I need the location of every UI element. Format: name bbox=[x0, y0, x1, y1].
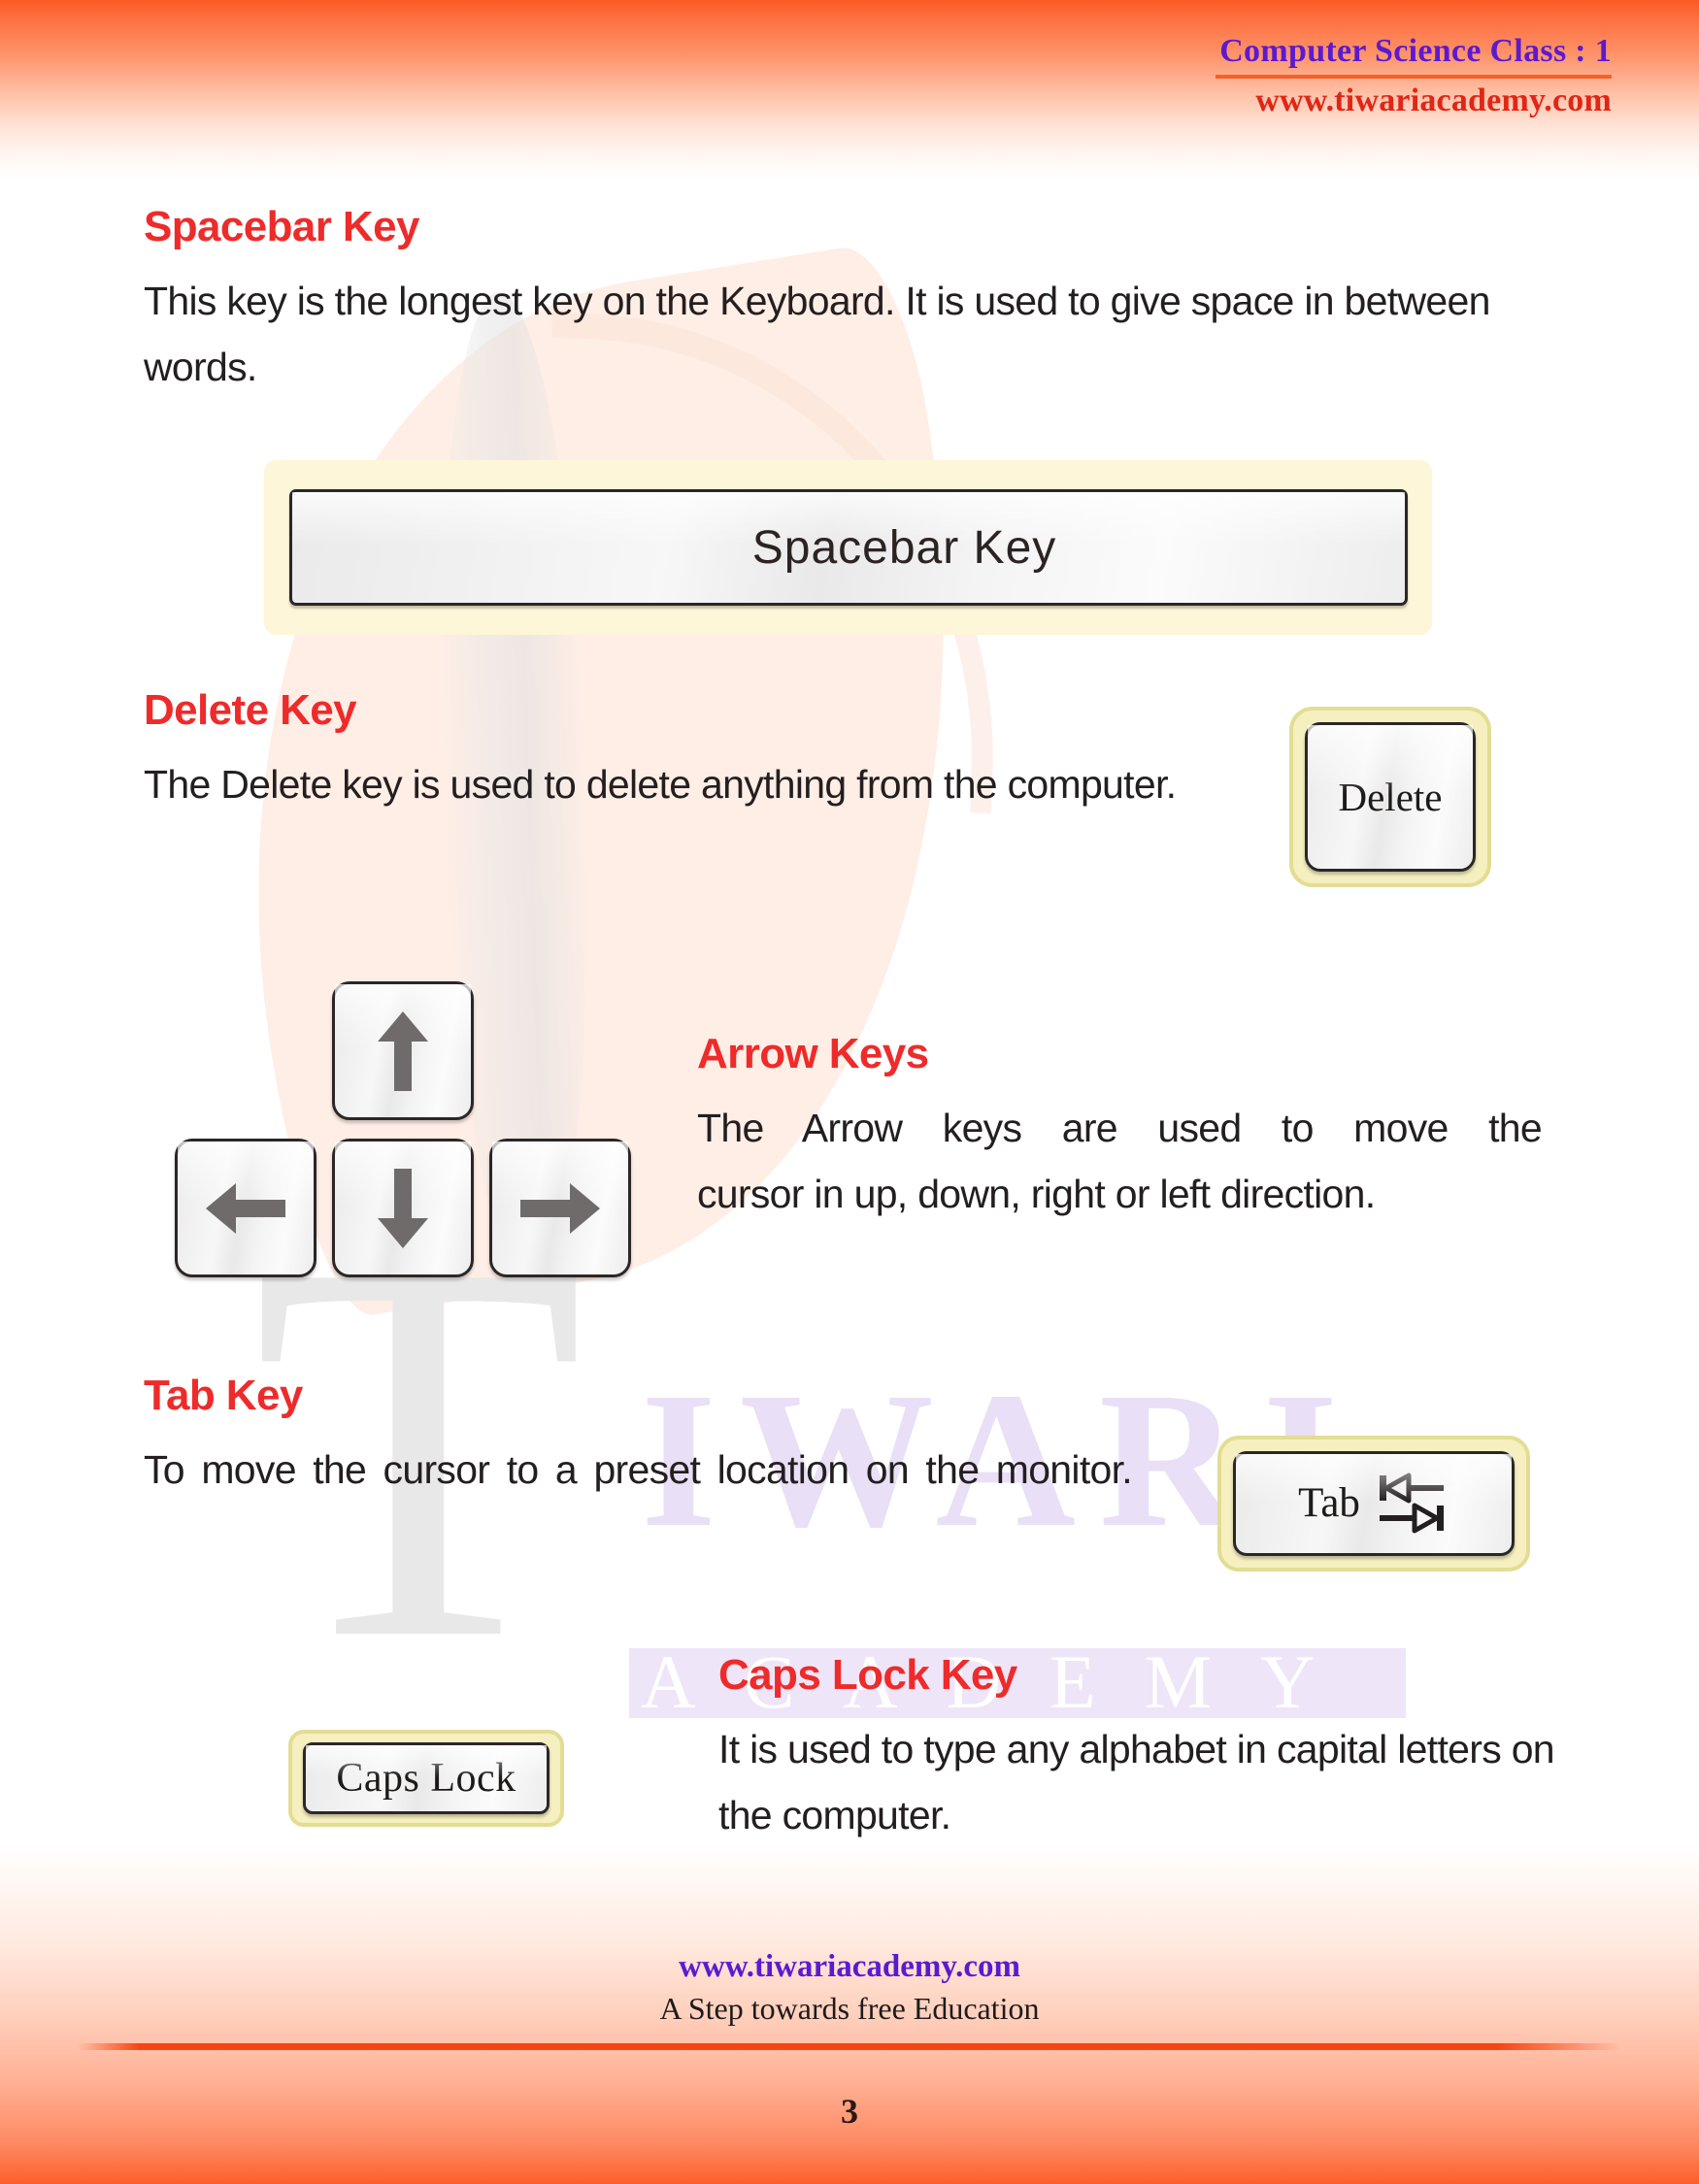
capslock-key-bezel: Caps Lock bbox=[288, 1730, 564, 1827]
arrow-up-icon bbox=[335, 984, 471, 1117]
spacebar-keycap[interactable]: Spacebar Key bbox=[288, 489, 1408, 606]
footer-tagline: A Step towards free Education bbox=[659, 1991, 1040, 2026]
delete-keycap[interactable]: Delete bbox=[1305, 722, 1476, 872]
tab-arrows-icon bbox=[1379, 1473, 1444, 1534]
section-body-delete: The Delete key is used to delete anythin… bbox=[144, 762, 1177, 807]
section-heading-capslock: Caps Lock Key bbox=[718, 1651, 1017, 1699]
arrow-down-keycap[interactable] bbox=[332, 1139, 474, 1277]
page-content: Spacebar Key This key is the longest key… bbox=[0, 0, 1699, 2184]
arrow-right-icon bbox=[492, 1142, 628, 1274]
capslock-keycap[interactable]: Caps Lock bbox=[303, 1742, 550, 1814]
arrow-left-icon bbox=[178, 1142, 314, 1274]
section-body-tab: To move the cursor to a preset location … bbox=[144, 1447, 1133, 1492]
tab-key-bezel: Tab bbox=[1217, 1436, 1530, 1572]
delete-key-label: Delete bbox=[1338, 775, 1443, 819]
tab-key-label: Tab bbox=[1298, 1479, 1360, 1526]
section-heading-delete: Delete Key bbox=[144, 686, 357, 734]
footer-url[interactable]: www.tiwariacademy.com bbox=[0, 1946, 1699, 1987]
section-body-arrow-line2: cursor in up, down, right or left direct… bbox=[697, 1172, 1376, 1216]
section-body-capslock: It is used to type any alphabet in capit… bbox=[718, 1727, 1555, 1837]
footer-divider bbox=[78, 2043, 1621, 2050]
capslock-key-label: Caps Lock bbox=[336, 1756, 516, 1801]
arrow-down-icon bbox=[335, 1142, 471, 1274]
spacebar-key-label: Spacebar Key bbox=[751, 521, 1057, 574]
arrow-up-keycap[interactable] bbox=[332, 981, 474, 1120]
section-body-spacebar: This key is the longest key on the Keybo… bbox=[144, 279, 1490, 389]
section-heading-arrow: Arrow Keys bbox=[697, 1030, 929, 1077]
page-number: 3 bbox=[841, 2092, 858, 2131]
tab-keycap[interactable]: Tab bbox=[1233, 1451, 1515, 1556]
document-page: T IWARI ACADEMY Computer Science Class :… bbox=[0, 0, 1699, 2184]
arrow-right-keycap[interactable] bbox=[489, 1139, 631, 1277]
section-heading-spacebar: Spacebar Key bbox=[144, 203, 419, 250]
arrow-left-keycap[interactable] bbox=[175, 1139, 316, 1277]
spacebar-key-bezel: Spacebar Key bbox=[264, 460, 1432, 635]
page-footer: www.tiwariacademy.com A Step towards fre… bbox=[0, 1946, 1699, 2184]
delete-key-bezel: Delete bbox=[1289, 707, 1491, 887]
section-heading-tab: Tab Key bbox=[144, 1372, 303, 1419]
